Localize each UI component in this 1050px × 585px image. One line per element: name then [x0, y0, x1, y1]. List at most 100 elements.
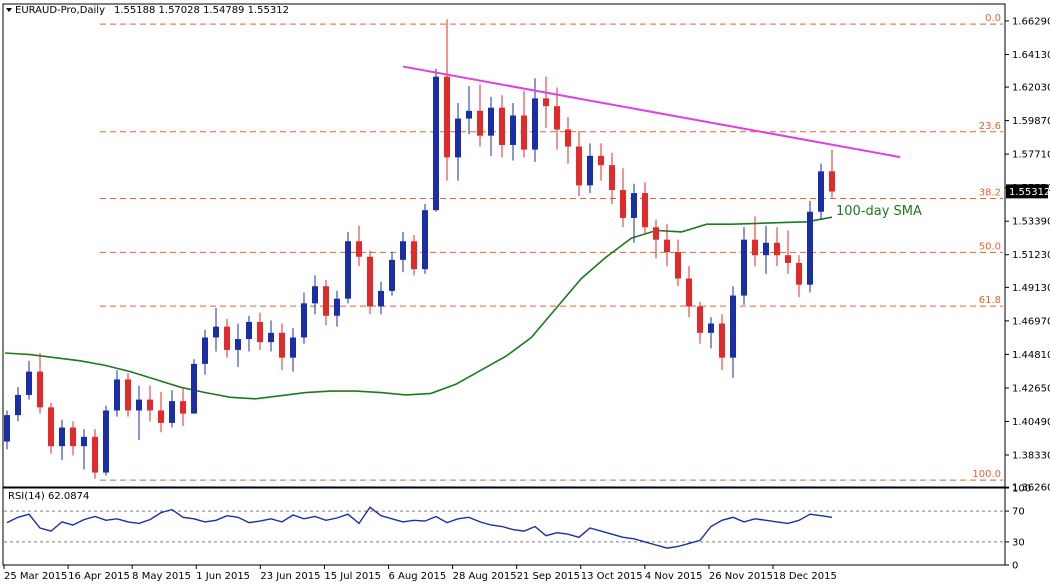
candle-body [48, 407, 54, 447]
candle-body [125, 379, 131, 411]
date-tick-label: 18 Dec 2015 [773, 571, 837, 582]
candle-body [598, 155, 604, 166]
date-tick-label: 15 Jul 2015 [324, 571, 381, 582]
candle-body [444, 76, 450, 158]
fib-level-label: 0.0 [985, 13, 1001, 24]
candle-body [620, 189, 626, 218]
candle [807, 200, 813, 293]
candle-body [554, 106, 560, 130]
fib-level-label: 23.6 [979, 121, 1001, 132]
candle-body [675, 252, 681, 279]
price-tick-label: 1.62030 [1012, 83, 1050, 94]
date-tick-label: 6 Aug 2015 [389, 571, 447, 582]
rsi-label: RSI(14) 62.0874 [8, 491, 89, 502]
candle-body [158, 410, 164, 423]
price-tick-label: 1.44810 [1012, 350, 1050, 361]
candle [125, 373, 131, 417]
candle-body [224, 326, 230, 350]
candle-body [488, 107, 494, 136]
price-tick-label: 1.40490 [1012, 417, 1050, 428]
date-tick-label: 16 Apr 2015 [68, 571, 130, 582]
candle-body [323, 286, 329, 316]
candle-body [708, 323, 714, 333]
date-tick-label: 1 Jun 2015 [196, 571, 250, 582]
candle-body [400, 241, 406, 260]
fib-level-label: 61.8 [979, 295, 1001, 306]
candle-body [785, 255, 791, 263]
candle-body [191, 363, 197, 414]
candle-body [389, 259, 395, 291]
candle-body [466, 110, 472, 119]
price-tick-label: 1.38330 [1012, 451, 1050, 462]
fib-level-label: 38.2 [979, 188, 1001, 199]
last-price-label: 1.55312 [1009, 187, 1050, 198]
candle-body [697, 306, 703, 333]
candle-body [796, 262, 802, 285]
candle-body [752, 239, 758, 256]
candle-body [37, 371, 43, 408]
candle-body [235, 339, 241, 350]
date-axis: 25 Mar 2015 16 Apr 2015 8 May 2015 1 Jun 20… [3, 565, 837, 582]
candle-body [70, 427, 76, 447]
candle-body [290, 337, 296, 358]
price-chart: 0.0 23.6 38.2 50.0 61.8 100.0 100-day SMA EUR… [2, 3, 1050, 582]
candle [191, 359, 197, 414]
candle-body [345, 241, 351, 299]
last-price-marker: 1.55312 [1006, 184, 1050, 199]
candle-body [279, 332, 285, 358]
candle-body [268, 332, 274, 343]
candle-body [92, 436, 98, 473]
candle-body [4, 415, 10, 442]
main-price-pane: 0.0 23.6 38.2 50.0 61.8 100.0 100-day SMA EUR… [2, 3, 1006, 488]
price-tick-label: 1.42650 [1012, 383, 1050, 394]
date-tick-label: 21 Sep 2015 [517, 571, 580, 582]
candle-body [565, 129, 571, 147]
candle-body [664, 239, 670, 253]
fib-level-label: 100.0 [972, 469, 1001, 480]
candle-body [807, 211, 813, 285]
candle-body [114, 379, 120, 411]
candle [818, 163, 824, 220]
candle-body [433, 76, 439, 211]
candle-body [587, 155, 593, 186]
price-tick-label: 1.57710 [1012, 150, 1050, 161]
candle-body [26, 371, 32, 395]
candle-body [81, 436, 87, 447]
candle-body [686, 278, 692, 307]
candle-body [180, 401, 186, 414]
candle-body [202, 337, 208, 364]
sma-label: 100-day SMA [836, 204, 922, 219]
candle-body [609, 165, 615, 190]
price-tick-label: 1.53390 [1012, 217, 1050, 228]
price-tick-label: 1.64130 [1012, 50, 1050, 61]
date-tick-label: 23 Jun 2015 [260, 571, 320, 582]
candle-body [642, 193, 648, 228]
date-tick-label: 13 Oct 2015 [581, 571, 643, 582]
candle [367, 250, 373, 315]
candle-body [510, 115, 516, 145]
price-axis: 1.662901.641301.620301.598701.577101.555… [1005, 16, 1050, 494]
rsi-tick-label: 30 [1012, 537, 1025, 548]
candle-body [653, 227, 659, 240]
candle-body [818, 171, 824, 212]
chart-header: EURAUD-Pro,Daily 1.55188 1.57028 1.54789… [6, 5, 289, 16]
candle [422, 203, 428, 274]
candle-body [829, 171, 835, 192]
candle-body [532, 98, 538, 150]
candle-body [730, 295, 736, 358]
candle-body [59, 427, 65, 447]
date-tick-label: 8 May 2015 [132, 571, 191, 582]
symbol-label: EURAUD-Pro,Daily [15, 5, 105, 16]
candle-body [334, 298, 340, 316]
rsi-tick-label: 70 [1012, 507, 1025, 518]
candle-body [213, 326, 219, 338]
candle-body [631, 193, 637, 218]
candle-body [356, 241, 362, 257]
candle-body [378, 290, 384, 307]
candle-body [147, 399, 153, 411]
date-tick-label: 28 Aug 2015 [453, 571, 517, 582]
candle-body [763, 242, 769, 256]
price-tick-label: 1.59870 [1012, 116, 1050, 127]
price-tick-label: 1.49130 [1012, 283, 1050, 294]
candle-body [312, 286, 318, 304]
